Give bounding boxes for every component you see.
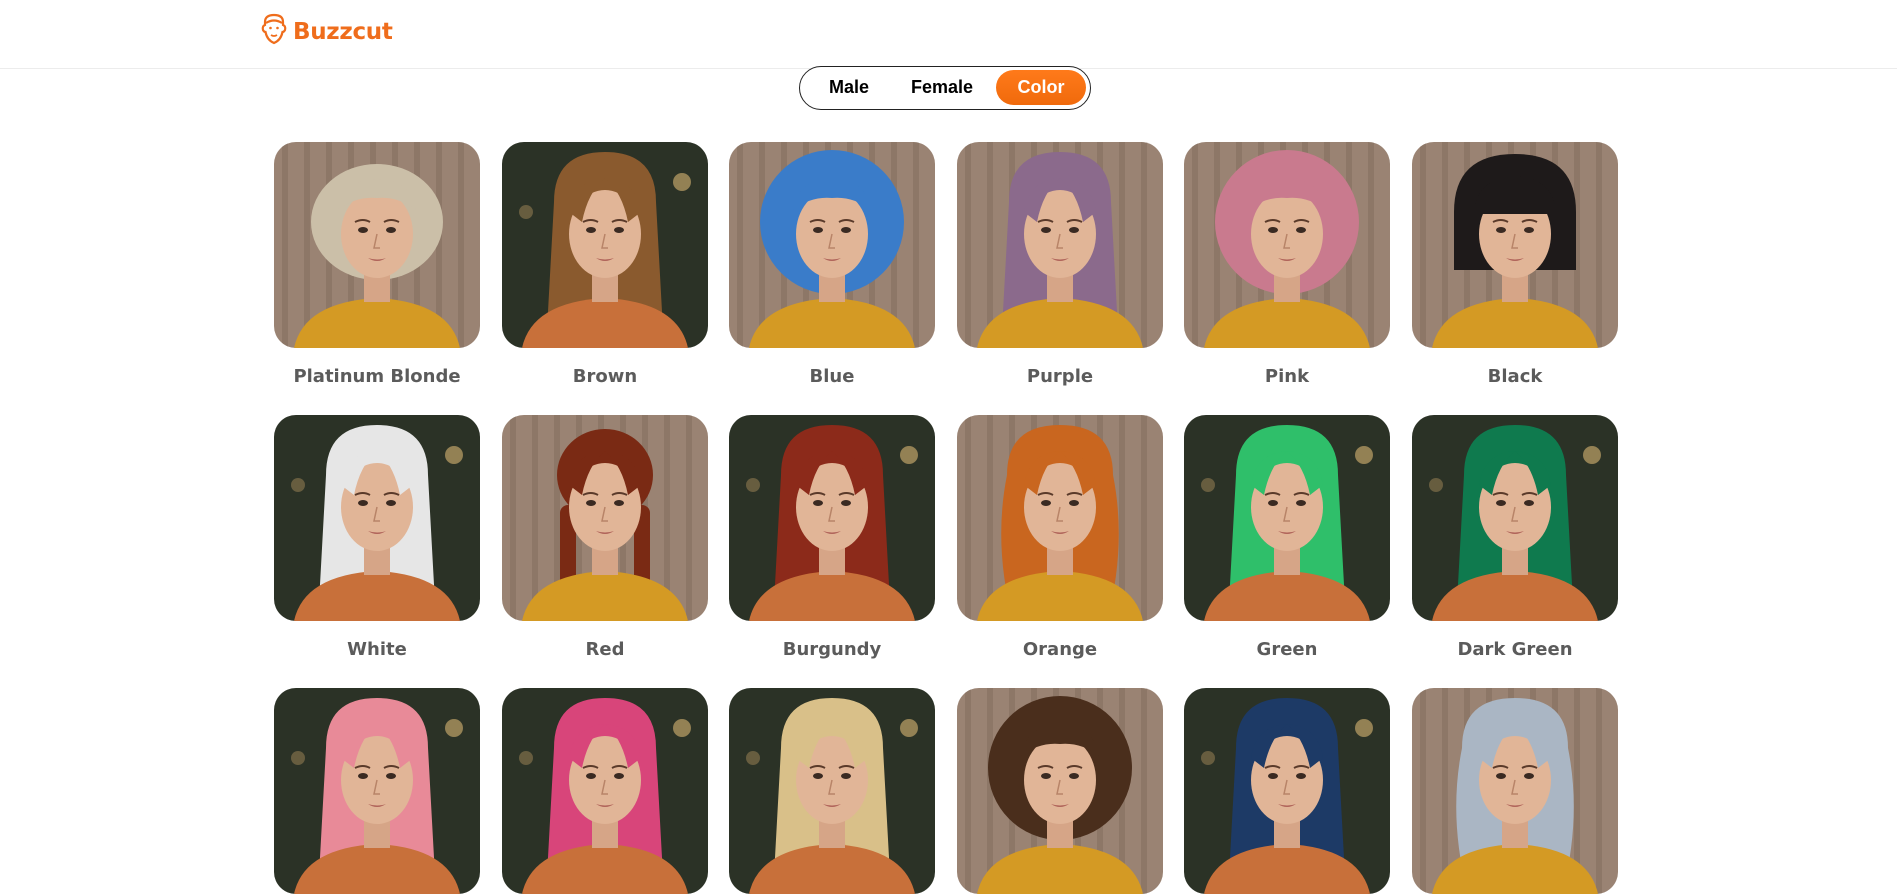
portrait-image xyxy=(274,415,480,621)
style-label: Dark Green xyxy=(1457,639,1573,660)
style-card[interactable]: Red xyxy=(502,415,708,660)
style-thumbnail[interactable] xyxy=(1184,142,1390,348)
portrait-image xyxy=(1184,142,1390,348)
style-label: Burgundy xyxy=(782,639,882,660)
portrait-image xyxy=(957,688,1163,894)
tab-female[interactable]: Female xyxy=(900,70,984,105)
style-thumbnail[interactable] xyxy=(502,688,708,894)
style-thumbnail[interactable] xyxy=(957,688,1163,894)
style-card[interactable]: White xyxy=(274,415,480,660)
style-card[interactable]: Orange xyxy=(957,415,1163,660)
style-card[interactable]: Blue xyxy=(729,142,935,387)
style-card[interactable]: Dark Green xyxy=(1412,415,1618,660)
style-label: White xyxy=(347,639,407,660)
style-thumbnail[interactable] xyxy=(1412,688,1618,894)
style-thumbnail[interactable] xyxy=(1184,415,1390,621)
portrait-image xyxy=(1412,688,1618,894)
brand-logo[interactable]: Buzzcut xyxy=(260,13,393,52)
portrait-image xyxy=(729,142,935,348)
style-card[interactable]: Brown xyxy=(502,142,708,387)
style-card[interactable]: Burgundy xyxy=(729,415,935,660)
portrait-image xyxy=(1184,688,1390,894)
style-label: Black xyxy=(1487,366,1543,387)
style-card[interactable]: Purple xyxy=(957,142,1163,387)
style-label: Green xyxy=(1256,639,1318,660)
style-card[interactable] xyxy=(729,688,935,894)
style-label: Platinum Blonde xyxy=(293,366,461,387)
tab-color[interactable]: Color xyxy=(996,70,1086,105)
style-label: Blue xyxy=(809,366,855,387)
style-thumbnail[interactable] xyxy=(1184,688,1390,894)
portrait-image xyxy=(502,415,708,621)
style-thumbnail[interactable] xyxy=(274,415,480,621)
style-label: Purple xyxy=(1026,366,1094,387)
style-card[interactable] xyxy=(502,688,708,894)
style-thumbnail[interactable] xyxy=(502,415,708,621)
portrait-image xyxy=(729,415,935,621)
style-label: Orange xyxy=(1022,639,1098,660)
style-thumbnail[interactable] xyxy=(729,142,935,348)
buzzcut-face-icon xyxy=(260,13,288,52)
portrait-image xyxy=(729,688,935,894)
style-thumbnail[interactable] xyxy=(729,415,935,621)
style-label: Red xyxy=(585,639,625,660)
style-card[interactable]: Pink xyxy=(1184,142,1390,387)
style-thumbnail[interactable] xyxy=(957,142,1163,348)
style-card[interactable] xyxy=(957,688,1163,894)
style-thumbnail[interactable] xyxy=(957,415,1163,621)
brand-name: Buzzcut xyxy=(293,19,393,45)
portrait-image xyxy=(502,688,708,894)
style-thumbnail[interactable] xyxy=(502,142,708,348)
category-switcher: Male Female Color xyxy=(799,66,1091,110)
style-card[interactable]: Platinum Blonde xyxy=(274,142,480,387)
style-label: Pink xyxy=(1264,366,1310,387)
style-thumbnail[interactable] xyxy=(274,688,480,894)
style-card[interactable]: Black xyxy=(1412,142,1618,387)
tab-male[interactable]: Male xyxy=(814,70,884,105)
portrait-image xyxy=(1412,415,1618,621)
style-thumbnail[interactable] xyxy=(1412,142,1618,348)
portrait-image xyxy=(1412,142,1618,348)
style-card[interactable] xyxy=(1184,688,1390,894)
portrait-image xyxy=(274,688,480,894)
portrait-image xyxy=(1184,415,1390,621)
style-card[interactable] xyxy=(274,688,480,894)
portrait-image xyxy=(957,415,1163,621)
style-card[interactable]: Green xyxy=(1184,415,1390,660)
style-card[interactable] xyxy=(1412,688,1618,894)
portrait-image xyxy=(502,142,708,348)
style-thumbnail[interactable] xyxy=(1412,415,1618,621)
style-thumbnail[interactable] xyxy=(274,142,480,348)
portrait-image xyxy=(957,142,1163,348)
top-navigation-bar: Buzzcut xyxy=(0,0,1897,69)
portrait-image xyxy=(274,142,480,348)
style-label: Brown xyxy=(572,366,638,387)
style-thumbnail[interactable] xyxy=(729,688,935,894)
